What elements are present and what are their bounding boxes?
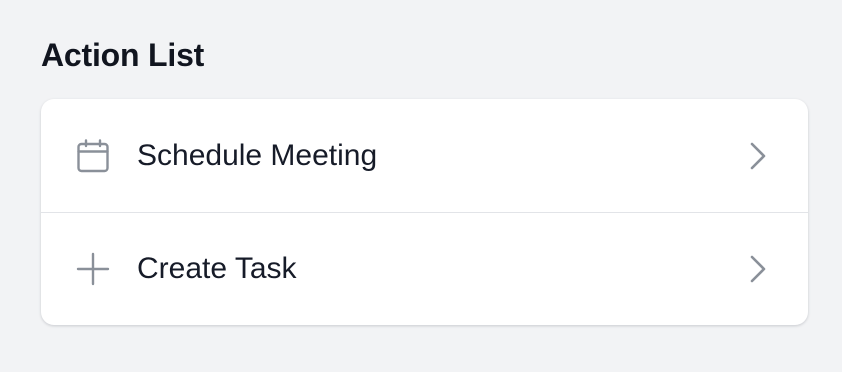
action-list: Schedule Meeting Create Task [41, 99, 808, 325]
page-title: Action List [41, 37, 205, 73]
action-item-schedule-meeting[interactable]: Schedule Meeting [41, 99, 808, 212]
action-list-section: Action List Schedule Meeting Create Task [41, 36, 808, 325]
action-item-create-task[interactable]: Create Task [41, 212, 808, 325]
chevron-right-icon [748, 254, 768, 284]
chevron-right-icon [748, 141, 768, 171]
action-label: Schedule Meeting [137, 138, 378, 172]
calendar-icon [76, 138, 110, 173]
action-label: Create Task [137, 252, 297, 285]
plus-icon [76, 252, 110, 286]
